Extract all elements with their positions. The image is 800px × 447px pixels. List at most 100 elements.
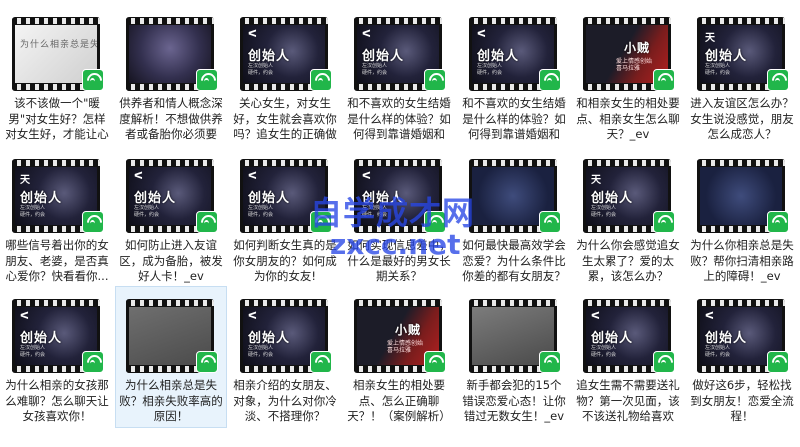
thumbnail-title: 创始人	[20, 331, 63, 346]
video-item[interactable]: ᐸ 创始人 左汉创始人 硬件，约会如何防止进入友谊区，成为备胎，被发好人卡！_ev	[116, 147, 226, 287]
video-item[interactable]: ᐸ 创始人 左汉创始人 硬件，约会和不喜欢的女生结婚是什么样的体验？如何得到靠谱婚姻…	[459, 5, 569, 145]
video-item[interactable]: 为什么相亲总是失败？相亲失败率高的原因！	[115, 286, 227, 428]
video-item[interactable]: 为什么你相亲总是失败？帮你扫清相亲路上的障碍！_ev	[687, 147, 797, 287]
wifi-badge-icon	[539, 351, 561, 373]
wifi-badge-icon	[196, 351, 218, 373]
thumbnail-subtitle: 左汉创始人 硬件，约会	[591, 205, 617, 218]
wifi-badge-icon	[82, 211, 104, 233]
thumbnail-subtitle: 左汉创始人 硬件，约会	[134, 205, 160, 218]
video-filename[interactable]: 相亲女生的相处要点、怎么正确聊天？！（案例解析）	[346, 378, 452, 425]
thumbnail-subtitle: 爱上情感创始 喜马拉雅	[387, 340, 424, 354]
video-item[interactable]: ᐸ 创始人 左汉创始人 硬件，约会和不喜欢的女生结婚是什么样的体验？如何得到靠谱婚姻…	[344, 5, 454, 145]
thumbnail-subtitle: 左汉创始人 硬件，约会	[362, 205, 388, 218]
video-filename[interactable]: 为什么你会感觉追女生太累了？爱的太累，该怎么办？	[575, 238, 681, 285]
video-item[interactable]: ᐸ 创始人 左汉创始人 硬件，约会 追女生需不需要送礼物？第一次见面，该不该送礼物给喜…	[573, 287, 683, 427]
video-filename[interactable]: 和不喜欢的女生结婚是什么样的体验？如何得到靠谱婚姻和结...	[346, 96, 452, 143]
thumbnail-logo-mark: ᐸ	[362, 29, 371, 40]
thumbnail-title: 创始人	[362, 49, 405, 64]
thumbnail-subtitle: 左汉创始人 硬件，约会	[591, 345, 617, 358]
video-grid: 为什么相亲总是失败该不该做一个"暖男"对女生好？怎样对女生好，才能让心仪的女..…	[0, 0, 800, 447]
video-filename[interactable]: 新手都会犯的15个错误恋爱心态！让你错过无数女生！_ev	[461, 378, 567, 425]
wifi-badge-icon	[424, 351, 446, 373]
video-filename[interactable]: 为什么相亲的女孩那么难聊？怎么聊天让女孩喜欢你！	[4, 378, 110, 425]
wifi-badge-icon	[539, 211, 561, 233]
wifi-badge-icon	[310, 69, 332, 91]
wifi-badge-icon	[653, 211, 675, 233]
wifi-badge-icon	[310, 211, 332, 233]
thumbnail-title: 创始人	[705, 49, 748, 64]
video-item[interactable]: 如何最快最高效学会恋爱？为什么条件比你差的都有女朋友？	[459, 147, 569, 287]
thumbnail-subtitle: 左汉创始人 硬件，约会	[477, 63, 503, 76]
thumbnail-title: 创始人	[362, 191, 405, 206]
video-item[interactable]: 天创始人 左汉创始人 硬件，约会进入友谊区怎么办？女生说没感觉，朋友怎么成恋人？	[687, 5, 797, 145]
wifi-badge-icon	[196, 69, 218, 91]
thumbnail-logo-mark: ᐸ	[248, 29, 257, 40]
video-item[interactable]: 小贼爱上情感创始 喜马拉雅和相亲女生的相处要点、相亲女生怎么聊天？_ev	[573, 5, 683, 145]
thumbnail-logo-mark: 天	[20, 175, 30, 186]
video-filename[interactable]: 追女生需不需要送礼物？第一次见面，该不该送礼物给喜欢的...	[575, 378, 681, 425]
thumbnail-title: 创始人	[248, 331, 291, 346]
thumbnail-subtitle: 左汉创始人 硬件，约会	[362, 63, 388, 76]
video-filename[interactable]: 为什么相亲总是失败？相亲失败率高的原因！	[118, 378, 224, 425]
video-filename[interactable]: 哪些信号着出你的女朋友、老婆，是否真心爱你？快看看你...	[4, 238, 110, 285]
wifi-badge-icon	[82, 351, 104, 373]
wifi-badge-icon	[767, 69, 789, 91]
video-item[interactable]: 天创始人 左汉创始人 硬件，约会哪些信号着出你的女朋友、老婆，是否真心爱你？快看看…	[2, 147, 112, 287]
thumbnail-subtitle: 左汉创始人 硬件，约会	[20, 205, 46, 218]
wifi-badge-icon	[196, 211, 218, 233]
thumbnail-logo-mark: 天	[591, 175, 601, 186]
video-item[interactable]: ᐸ 创始人 左汉创始人 硬件，约会如何判断女生真的是你女朋友的？如何成为你的女友!	[230, 147, 340, 287]
video-filename[interactable]: 如何判断女生真的是你女朋友的？如何成为你的女友!	[232, 238, 338, 285]
wifi-badge-icon	[424, 69, 446, 91]
wifi-badge-icon	[767, 351, 789, 373]
thumbnail-subtitle: 左汉创始人 硬件，约会	[248, 345, 274, 358]
thumbnail-title: 小贼	[395, 323, 422, 337]
wifi-badge-icon	[767, 211, 789, 233]
thumbnail-title: 创始人	[591, 331, 634, 346]
thumbnail-title: 小贼	[624, 41, 651, 55]
video-filename[interactable]: 做好这6步，轻松找到女朋友！恋爱全流程！	[689, 378, 795, 425]
video-filename[interactable]: 如何最快最高效学会恋爱？为什么条件比你差的都有女朋友？	[461, 238, 567, 285]
video-filename[interactable]: 和相亲女生的相处要点、相亲女生怎么聊天？_ev	[575, 96, 681, 143]
video-item[interactable]: 供养者和情人概念深度解析！不想做供养者或备胎你必须要了...	[116, 5, 226, 145]
video-filename[interactable]: 该不该做一个"暖男"对女生好？怎样对女生好，才能让心仪的女...	[4, 96, 110, 143]
video-item[interactable]: ᐸ 创始人 左汉创始人 硬件，约会相亲介绍的女朋友、对象，为什么对你冷淡、不搭理你？	[230, 287, 340, 427]
video-item[interactable]: ᐸ 创始人 左汉创始人 硬件，约会 关心女生，对女生好，女生就会喜欢你吗？追女生的正确…	[230, 5, 340, 145]
thumbnail-subtitle: 左汉创始人 硬件，约会	[705, 63, 731, 76]
video-filename[interactable]: 如何实现信息差中，什么是最好的男女长期关系？	[346, 238, 452, 285]
video-item[interactable]: ᐸ 创始人 左汉创始人 硬件，约会 做好这6步，轻松找到女朋友！恋爱全流程！	[687, 287, 797, 427]
thumbnail-title: 创始人	[134, 191, 177, 206]
video-filename[interactable]: 为什么你相亲总是失败？帮你扫清相亲路上的障碍！_ev	[689, 238, 795, 285]
thumbnail-title: 为什么相亲总是失败	[20, 40, 97, 50]
thumbnail-logo-mark: ᐸ	[134, 171, 143, 182]
thumbnail-logo-mark: ᐸ	[362, 171, 371, 182]
video-filename[interactable]: 进入友谊区怎么办？女生说没感觉，朋友怎么成恋人？	[689, 96, 795, 143]
thumbnail-logo-mark: ᐸ	[705, 311, 714, 322]
thumbnail-title: 创始人	[477, 49, 520, 64]
wifi-badge-icon	[310, 351, 332, 373]
video-filename[interactable]: 如何防止进入友谊区，成为备胎，被发好人卡！_ev	[118, 238, 224, 285]
video-item[interactable]: 天创始人 左汉创始人 硬件，约会为什么你会感觉追女生太累了？爱的太累，该怎么办？	[573, 147, 683, 287]
video-item[interactable]: 为什么相亲总是失败该不该做一个"暖男"对女生好？怎样对女生好，才能让心仪的女..…	[2, 5, 112, 145]
video-filename[interactable]: 和不喜欢的女生结婚是什么样的体验？如何得到靠谱婚姻和结...	[461, 96, 567, 143]
thumbnail-title: 创始人	[20, 191, 63, 206]
video-filename[interactable]: 供养者和情人概念深度解析！不想做供养者或备胎你必须要了...	[118, 96, 224, 143]
thumbnail-subtitle: 左汉创始人 硬件，约会	[248, 205, 274, 218]
video-filename[interactable]: 相亲介绍的女朋友、对象，为什么对你冷淡、不搭理你？	[232, 378, 338, 425]
video-item[interactable]: 新手都会犯的15个错误恋爱心态！让你错过无数女生！_ev	[459, 287, 569, 427]
thumbnail-logo-mark: ᐸ	[20, 311, 29, 322]
thumbnail-title: 创始人	[591, 191, 634, 206]
video-item[interactable]: ᐸ 创始人 左汉创始人 硬件，约会如何实现信息差中，什么是最好的男女长期关系？	[344, 147, 454, 287]
video-filename[interactable]: 关心女生，对女生好，女生就会喜欢你吗？追女生的正确做法...	[232, 96, 338, 143]
thumbnail-title: 创始人	[248, 191, 291, 206]
video-item[interactable]: ᐸ 创始人 左汉创始人 硬件，约会 为什么相亲的女孩那么难聊？怎么聊天让女孩喜欢你！	[2, 287, 112, 427]
thumbnail-logo-mark: ᐸ	[248, 171, 257, 182]
thumbnail-logo-mark: ᐸ	[248, 311, 257, 322]
thumbnail-logo-mark: ᐸ	[477, 29, 486, 40]
thumbnail-logo-mark: 天	[705, 33, 715, 44]
video-item[interactable]: 小贼爱上情感创始 喜马拉雅相亲女生的相处要点、怎么正确聊天？！（案例解析）	[344, 287, 454, 427]
wifi-badge-icon	[539, 69, 561, 91]
wifi-badge-icon	[424, 211, 446, 233]
thumbnail-title: 创始人	[705, 331, 748, 346]
thumbnail-subtitle: 爱上情感创始 喜马拉雅	[616, 58, 653, 72]
